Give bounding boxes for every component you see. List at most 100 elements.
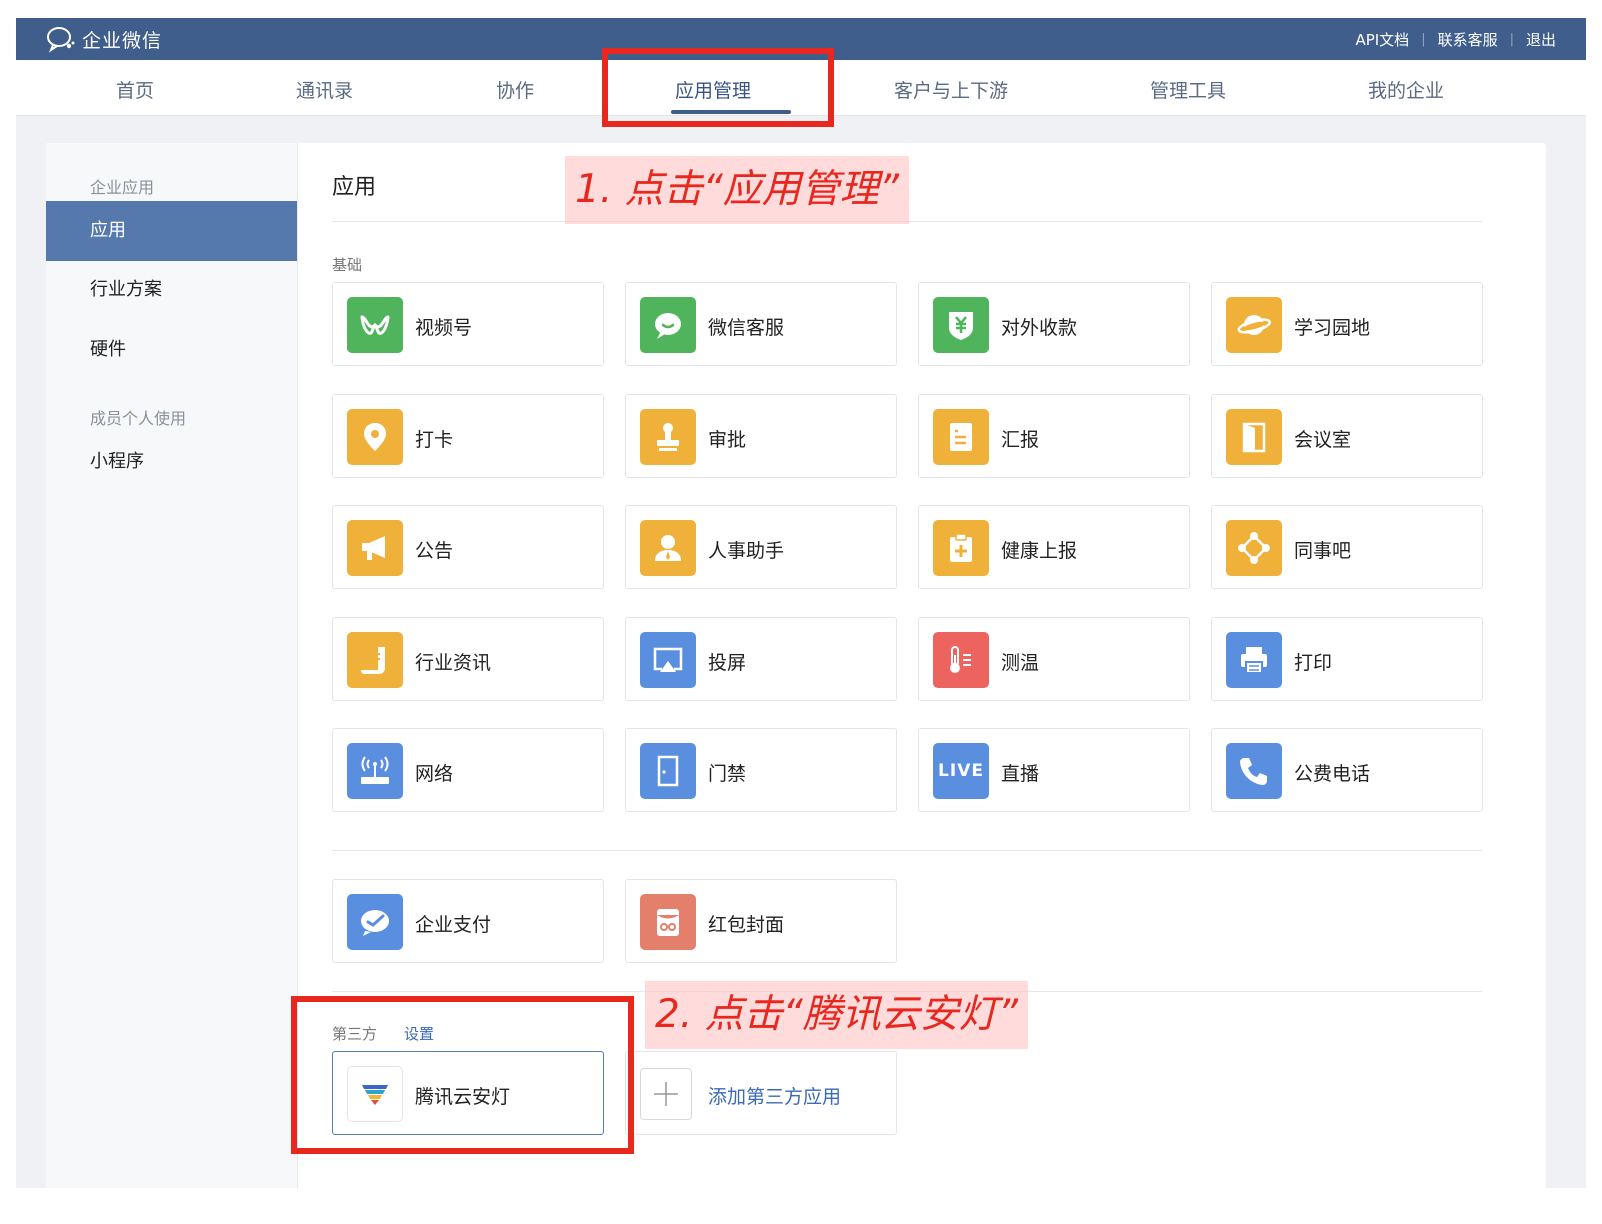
app-label: 人事助手: [708, 540, 785, 562]
app-label: 同事吧: [1294, 540, 1352, 562]
app-tile-hr-assistant[interactable]: 人事助手: [625, 505, 897, 589]
channels-icon: [347, 297, 403, 353]
nav-admin-tools[interactable]: 管理工具: [1150, 76, 1226, 103]
report-document-icon: [933, 409, 989, 465]
annotation-step2: 2. 点击“腾讯云安灯”: [645, 981, 1029, 1049]
sidebar-group-personal-use: 成员个人使用: [90, 409, 187, 428]
admin-console-window: 企业微信 API文档 | 联系客服 | 退出 首页 通讯录 协作 应用管理 客户…: [16, 18, 1586, 1188]
app-label: 企业支付: [415, 914, 492, 936]
printer-icon: [1226, 632, 1282, 688]
megaphone-icon: [347, 520, 403, 576]
app-tile-door-access[interactable]: 门禁: [625, 728, 897, 812]
nav-collaboration[interactable]: 协作: [496, 76, 534, 103]
app-tile-report[interactable]: 汇报: [918, 394, 1190, 478]
app-tile-industry-news[interactable]: 行业资讯: [332, 617, 604, 701]
clipboard-plus-icon: [933, 520, 989, 576]
red-packet-icon: [640, 894, 696, 950]
wework-logo-icon: [47, 27, 75, 53]
app-tile-approval[interactable]: 审批: [625, 394, 897, 478]
logo-text: 企业微信: [82, 29, 163, 52]
person-icon: [640, 520, 696, 576]
wifi-router-icon: [347, 743, 403, 799]
app-label: 打卡: [415, 429, 454, 451]
app-tile-temperature[interactable]: 测温: [918, 617, 1190, 701]
nav-home[interactable]: 首页: [116, 76, 154, 103]
app-tile-colleague-forum[interactable]: 同事吧: [1211, 505, 1483, 589]
app-tile-announcement[interactable]: 公告: [332, 505, 604, 589]
yuan-shield-icon: [933, 297, 989, 353]
page-title: 应用: [332, 175, 377, 200]
app-tile-wechat-service[interactable]: 微信客服: [625, 282, 897, 366]
app-label: 直播: [1001, 763, 1040, 785]
thermometer-icon: [933, 632, 989, 688]
sidebar-group-enterprise-apps: 企业应用: [90, 178, 155, 197]
app-label: 公费电话: [1294, 763, 1371, 785]
app-label: 网络: [415, 763, 454, 785]
link-separator: |: [1509, 32, 1514, 47]
app-tile-print[interactable]: 打印: [1211, 617, 1483, 701]
sidebar-item-industry-solutions[interactable]: 行业方案: [46, 260, 297, 320]
app-label: 对外收款: [1001, 317, 1078, 339]
annotation-box-tencent-cloud-andeng: [291, 996, 634, 1154]
live-icon-text: LIVE: [938, 761, 984, 781]
app-tile-screen-cast[interactable]: 投屏: [625, 617, 897, 701]
nav-customers[interactable]: 客户与上下游: [894, 76, 1008, 103]
annotation-step1: 1. 点击“应用管理”: [565, 156, 910, 224]
app-tile-network[interactable]: 网络: [332, 728, 604, 812]
contact-support-link[interactable]: 联系客服: [1438, 29, 1498, 50]
screen-cast-icon: [640, 632, 696, 688]
nav-my-company[interactable]: 我的企业: [1368, 76, 1444, 103]
app-tile-enterprise-payment[interactable]: 企业支付: [332, 879, 604, 963]
section-divider: [332, 850, 1482, 851]
app-label: 测温: [1001, 652, 1040, 674]
location-pin-icon: [347, 409, 403, 465]
add-third-party-app-button[interactable]: 添加第三方应用: [625, 1051, 897, 1135]
app-tile-external-payment[interactable]: 对外收款: [918, 282, 1190, 366]
top-links: API文档 | 联系客服 | 退出: [1355, 29, 1556, 50]
app-label: 健康上报: [1001, 540, 1078, 562]
door-access-icon: [640, 743, 696, 799]
app-label: 投屏: [708, 652, 747, 674]
app-label: 门禁: [708, 763, 747, 785]
live-icon: LIVE: [933, 743, 989, 799]
app-tile-live[interactable]: LIVE 直播: [918, 728, 1190, 812]
app-tile-learning-garden[interactable]: 学习园地: [1211, 282, 1483, 366]
sidebar-item-apps[interactable]: 应用: [46, 201, 297, 261]
section-label-basic: 基础: [332, 256, 363, 274]
link-separator: |: [1421, 32, 1426, 47]
app-label: 会议室: [1294, 429, 1352, 451]
app-label: 审批: [708, 429, 747, 451]
planet-icon: [1226, 297, 1282, 353]
payment-check-icon: [347, 894, 403, 950]
news-scroll-icon: [347, 632, 403, 688]
add-third-party-label: 添加第三方应用: [708, 1086, 842, 1108]
plus-icon: [640, 1068, 692, 1120]
app-label: 行业资讯: [415, 652, 492, 674]
app-label: 公告: [415, 540, 454, 562]
sidebar-item-mini-programs[interactable]: 小程序: [46, 432, 297, 492]
logout-link[interactable]: 退出: [1526, 29, 1556, 50]
sidebar-item-hardware[interactable]: 硬件: [46, 320, 297, 380]
app-label: 学习园地: [1294, 317, 1371, 339]
door-icon: [1226, 409, 1282, 465]
app-label: 微信客服: [708, 317, 785, 339]
nav-contacts[interactable]: 通讯录: [296, 76, 353, 103]
app-tile-meeting-room[interactable]: 会议室: [1211, 394, 1483, 478]
app-label: 红包封面: [708, 914, 785, 936]
api-docs-link[interactable]: API文档: [1355, 29, 1409, 50]
app-tile-channels[interactable]: 视频号: [332, 282, 604, 366]
app-tile-check-in[interactable]: 打卡: [332, 394, 604, 478]
app-label: 视频号: [415, 317, 473, 339]
annotation-box-app-management: [602, 48, 834, 127]
stamp-icon: [640, 409, 696, 465]
app-tile-public-phone[interactable]: 公费电话: [1211, 728, 1483, 812]
app-label: 打印: [1294, 652, 1333, 674]
app-tile-health-report[interactable]: 健康上报: [918, 505, 1190, 589]
sidebar: 企业应用 应用 行业方案 硬件 成员个人使用 小程序: [46, 143, 298, 1188]
phone-icon: [1226, 743, 1282, 799]
app-tile-red-packet-cover[interactable]: 红包封面: [625, 879, 897, 963]
app-label: 汇报: [1001, 429, 1040, 451]
chat-bubble-icon: [640, 297, 696, 353]
logo[interactable]: 企业微信: [46, 25, 162, 53]
network-nodes-icon: [1226, 520, 1282, 576]
